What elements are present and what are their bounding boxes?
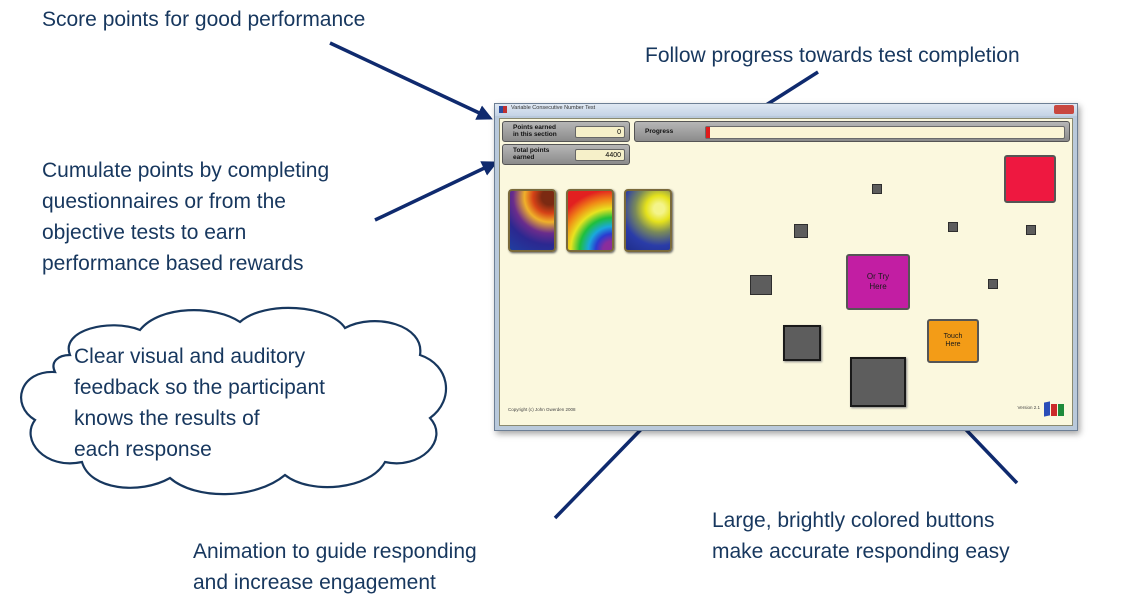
section-points-value: 0	[575, 126, 625, 138]
app-window: Variable Consecutive Number Test Points …	[494, 103, 1078, 431]
arrow-cumulate	[374, 161, 498, 222]
reward-card-icon	[508, 189, 556, 252]
copyright-text: Copyright (c) John Gwerden 2008	[508, 407, 576, 412]
target-square[interactable]	[783, 325, 821, 361]
test-area: Points earned in this section 0 Total po…	[499, 118, 1073, 426]
progress-panel: Progress	[634, 121, 1070, 142]
window-title: Variable Consecutive Number Test	[511, 105, 596, 111]
section-points-panel: Points earned in this section 0	[502, 121, 630, 142]
annotation-feedback: Clear visual and auditory feedback so th…	[74, 345, 325, 461]
total-points-panel: Total points earned 4400	[502, 144, 630, 165]
or-try-here-button[interactable]: Or Try Here	[846, 254, 910, 310]
total-points-label: Total points earned	[513, 147, 550, 161]
target-square[interactable]	[988, 279, 998, 289]
total-points-value: 4400	[575, 149, 625, 161]
target-square[interactable]	[794, 224, 808, 238]
red-button[interactable]	[1004, 155, 1056, 203]
reward-card-icon	[624, 189, 672, 252]
close-icon[interactable]	[1054, 105, 1074, 114]
section-points-label: Points earned in this section	[513, 124, 557, 138]
arrow-score-points	[329, 41, 493, 120]
target-square[interactable]	[948, 222, 958, 232]
target-square[interactable]	[750, 275, 772, 295]
target-square[interactable]	[1026, 225, 1036, 235]
title-bar: Variable Consecutive Number Test	[495, 104, 1077, 116]
progress-label: Progress	[645, 128, 674, 135]
version-text: Version 2.1	[1017, 405, 1040, 410]
target-square[interactable]	[872, 184, 882, 194]
app-icon	[499, 106, 507, 113]
reward-card-icon	[566, 189, 614, 252]
target-square[interactable]	[850, 357, 906, 407]
touch-here-button[interactable]: Touch Here	[927, 319, 979, 363]
progress-fill	[706, 127, 710, 138]
logo-icon	[1044, 401, 1064, 417]
progress-bar	[705, 126, 1065, 139]
